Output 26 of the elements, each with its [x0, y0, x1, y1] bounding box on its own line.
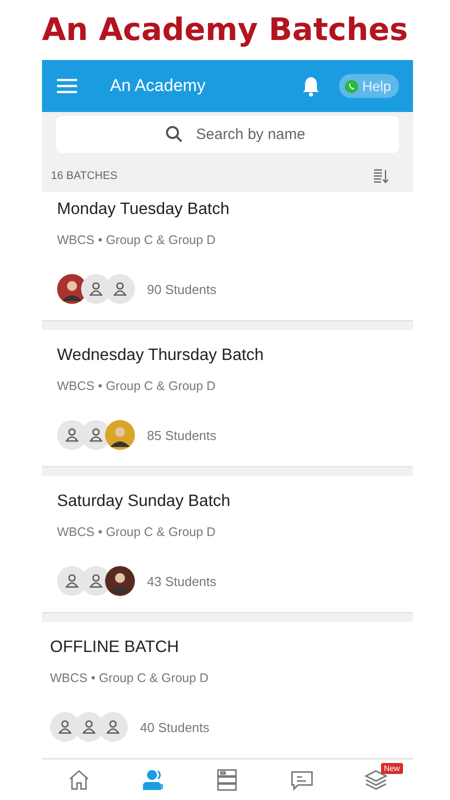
student-count: 40 Students: [140, 720, 210, 734]
student-count: 85 Students: [147, 428, 216, 442]
sort-icon[interactable]: [373, 168, 389, 184]
student-count: 90 Students: [147, 282, 216, 296]
batch-card[interactable]: OFFLINE BATCH WBCS • Group C & Group D 40 Students: [42, 622, 413, 758]
batch-card[interactable]: Saturday Sunday Batch WBCS • Group C & Group D 43 Students: [42, 476, 413, 612]
batch-name: Saturday Sunday Batch: [57, 492, 232, 511]
page-heading: An Academy Batches: [42, 12, 408, 48]
bell-icon[interactable]: [301, 75, 322, 97]
avatar-placeholder-icon: [105, 274, 135, 304]
batch-name: Monday Tuesday Batch: [57, 200, 230, 219]
batch-name: Wednesday Thursday Batch: [57, 346, 265, 365]
avatar-placeholder-icon: [98, 712, 128, 742]
app-title: An Academy: [110, 76, 206, 96]
search-field[interactable]: Search by name: [56, 116, 399, 153]
batch-card[interactable]: Monday Tuesday Batch WBCS • Group C & Group D 90 Students: [42, 192, 413, 320]
new-badge: New: [380, 763, 403, 774]
batch-subtitle: WBCS • Group C & Group D: [57, 233, 217, 247]
menu-icon[interactable]: [56, 78, 78, 94]
batch-name: OFFLINE BATCH: [50, 638, 180, 657]
batch-subtitle: WBCS • Group C & Group D: [50, 671, 210, 685]
batch-subtitle: WBCS • Group C & Group D: [57, 379, 217, 393]
batch-count: 16 BATCHES: [51, 170, 118, 182]
batch-card[interactable]: Wednesday Thursday Batch WBCS • Group C & Group D 85 Students: [42, 330, 413, 466]
batch-subtitle: WBCS • Group C & Group D: [57, 525, 217, 539]
student-count: 43 Students: [147, 574, 216, 588]
